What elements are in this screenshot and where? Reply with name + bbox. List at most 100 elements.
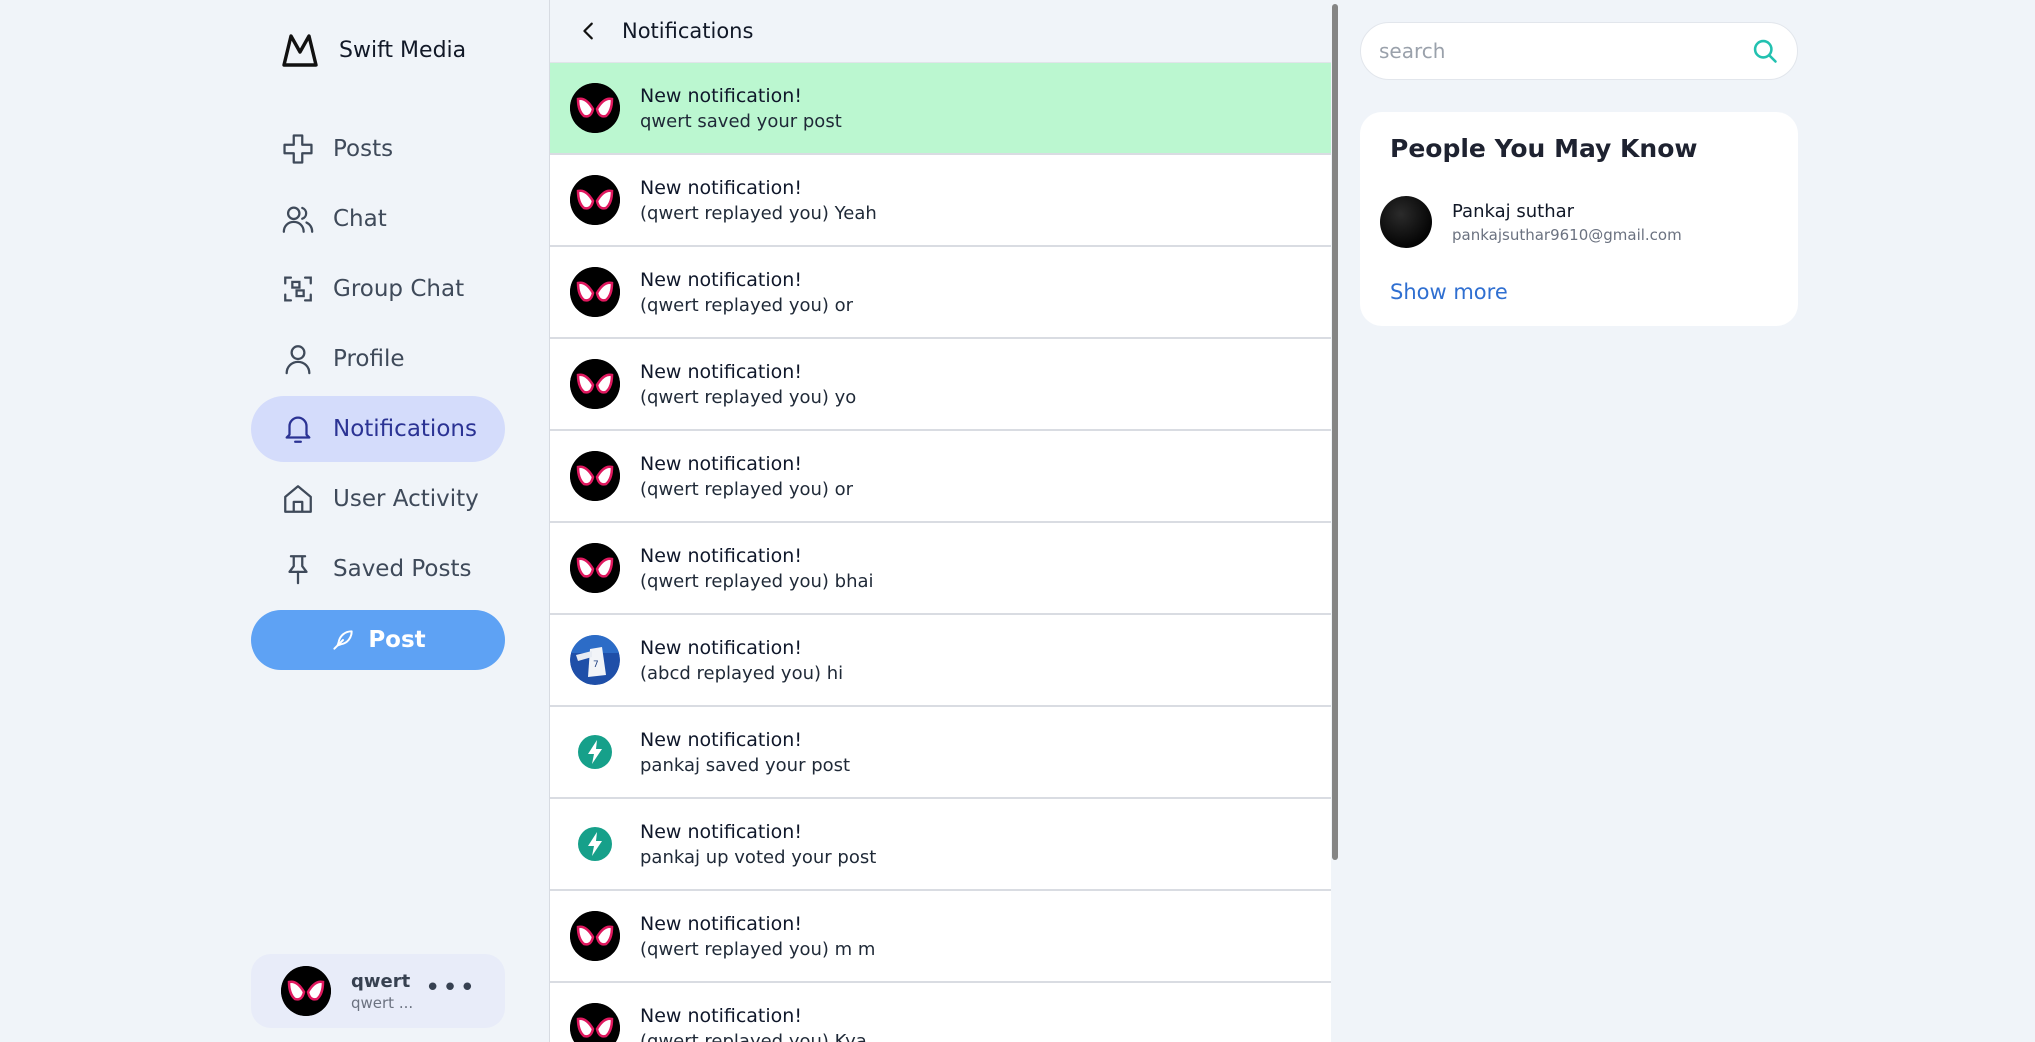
nav-item-notifications[interactable]: Notifications	[251, 396, 505, 462]
notification-body: pankaj saved your post	[640, 754, 851, 776]
avatar: 7	[570, 635, 620, 685]
panel-header: Notifications	[550, 0, 1333, 63]
notification-text: New notification! (qwert replayed you) bh…	[640, 545, 874, 592]
bolt-icon	[570, 819, 620, 869]
crown-mountain-logo-icon	[281, 32, 319, 68]
user-name: qwert	[351, 970, 411, 992]
notification-title: New notification!	[640, 452, 802, 475]
notification-item[interactable]: New notification! pankaj up voted your po…	[550, 799, 1331, 891]
notification-title: New notification!	[640, 268, 802, 291]
notification-item[interactable]: New notification! (qwert replayed you) bh…	[550, 523, 1331, 615]
brand-name: Swift Media	[339, 37, 467, 63]
avatar	[281, 966, 331, 1016]
notification-text: New notification! (qwert replayed you) Ky…	[640, 1005, 867, 1042]
avatar	[570, 1003, 620, 1042]
nav-label: Profile	[333, 346, 405, 372]
notification-list: New notification! qwert saved your post Ne…	[550, 63, 1331, 1042]
notification-body: (qwert replayed you) or	[640, 478, 854, 500]
nav-label: Chat	[333, 206, 387, 232]
user-handle: qwert ...	[351, 993, 414, 1012]
bell-icon	[281, 412, 315, 446]
nav-item-posts[interactable]: Posts	[251, 116, 505, 182]
notification-item[interactable]: New notification! (qwert replayed you) or	[550, 247, 1331, 339]
person-text: Pankaj suthar pankajsuthar9610@gmail.com	[1452, 201, 1682, 244]
nav-label: Notifications	[333, 416, 477, 442]
notification-body: (qwert replayed you) Yeah	[640, 202, 877, 224]
feather-icon	[330, 627, 356, 653]
person-name: Pankaj suthar	[1452, 200, 1575, 222]
notification-text: New notification! (qwert replayed you) yo	[640, 361, 856, 408]
avatar	[570, 83, 620, 133]
notification-item[interactable]: New notification! (qwert replayed you) Ye…	[550, 155, 1331, 247]
notification-text: New notification! pankaj up voted your po…	[640, 821, 876, 868]
notification-text: New notification! pankaj saved your post	[640, 729, 850, 776]
notification-body: qwert saved your post	[640, 110, 842, 132]
avatar	[570, 359, 620, 409]
home-icon	[281, 482, 315, 516]
post-button-label: Post	[368, 627, 426, 653]
notification-body: (abcd replayed you) hi	[640, 662, 844, 684]
search-bar	[1360, 22, 1798, 80]
suggested-person[interactable]: Pankaj suthar pankajsuthar9610@gmail.com	[1380, 196, 1682, 248]
back-arrow-icon[interactable]	[578, 20, 600, 42]
avatar	[570, 543, 620, 593]
search-icon[interactable]	[1751, 37, 1779, 65]
notification-item[interactable]: New notification! (qwert replayed you) or	[550, 431, 1331, 523]
nav-item-chat[interactable]: Chat	[251, 186, 505, 252]
notification-item[interactable]: New notification! (qwert replayed you) m …	[550, 891, 1331, 983]
user-icon	[281, 342, 315, 376]
pin-icon	[281, 552, 315, 586]
notification-text: New notification! (abcd replayed you) hi	[640, 637, 843, 684]
svg-text:7: 7	[593, 660, 599, 670]
avatar	[570, 911, 620, 961]
notification-body: (qwert replayed you) Kya	[640, 1030, 867, 1042]
notification-body: (qwert replayed you) yo	[640, 386, 857, 408]
nav-item-user-activity[interactable]: User Activity	[251, 466, 505, 532]
card-heading: People You May Know	[1390, 134, 1698, 163]
nav-label: Saved Posts	[333, 556, 472, 582]
show-more-link[interactable]: Show more	[1390, 280, 1508, 304]
notification-title: New notification!	[640, 1004, 802, 1027]
notification-title: New notification!	[640, 636, 802, 659]
group-frame-icon	[281, 272, 315, 306]
avatar	[1380, 196, 1432, 248]
search-input[interactable]	[1379, 39, 1751, 63]
brand[interactable]: Swift Media	[281, 32, 466, 68]
people-you-may-know-card: People You May Know Pankaj suthar pankaj…	[1360, 112, 1798, 326]
nav-item-group-chat[interactable]: Group Chat	[251, 256, 505, 322]
users-icon	[281, 202, 315, 236]
notification-text: New notification! (qwert replayed you) or	[640, 269, 853, 316]
person-email: pankajsuthar9610@gmail.com	[1452, 225, 1682, 244]
notification-body: (qwert replayed you) m m	[640, 938, 876, 960]
notification-body: pankaj up voted your post	[640, 846, 877, 868]
notification-text: New notification! (qwert replayed you) m …	[640, 913, 875, 960]
notification-title: New notification!	[640, 84, 802, 107]
nav-label: User Activity	[333, 486, 479, 512]
current-user-card[interactable]: qwert qwert ... •••	[251, 954, 505, 1028]
notification-text: New notification! (qwert replayed you) Ye…	[640, 177, 877, 224]
notification-text: New notification! (qwert replayed you) or	[640, 453, 853, 500]
notification-title: New notification!	[640, 820, 802, 843]
notification-body: (qwert replayed you) bhai	[640, 570, 874, 592]
nav-item-saved-posts[interactable]: Saved Posts	[251, 536, 505, 602]
notification-title: New notification!	[640, 176, 802, 199]
bolt-icon	[570, 727, 620, 777]
scrollbar-thumb[interactable]	[1332, 4, 1338, 860]
notification-title: New notification!	[640, 544, 802, 567]
page-title: Notifications	[622, 19, 754, 43]
nav-label: Group Chat	[333, 276, 465, 302]
notification-title: New notification!	[640, 728, 802, 751]
notification-item[interactable]: 7 New notification! (abcd replayed you) hi	[550, 615, 1331, 707]
notification-item[interactable]: New notification! (qwert replayed you) yo	[550, 339, 1331, 431]
nav-item-profile[interactable]: Profile	[251, 326, 505, 392]
sidebar: Swift Media Posts Chat Group Chat Profil…	[251, 0, 505, 1042]
post-button[interactable]: Post	[251, 610, 505, 670]
notification-item[interactable]: New notification! (qwert replayed you) Ky…	[550, 983, 1331, 1042]
notification-item[interactable]: New notification! pankaj saved your post	[550, 707, 1331, 799]
more-options-icon[interactable]: •••	[425, 975, 477, 1001]
user-text: qwert qwert ...	[351, 971, 413, 1012]
notifications-panel: Notifications New notification! qwert sav…	[549, 0, 1333, 1042]
plus-cross-icon	[281, 132, 315, 166]
avatar	[570, 267, 620, 317]
notification-item[interactable]: New notification! qwert saved your post	[550, 63, 1331, 155]
